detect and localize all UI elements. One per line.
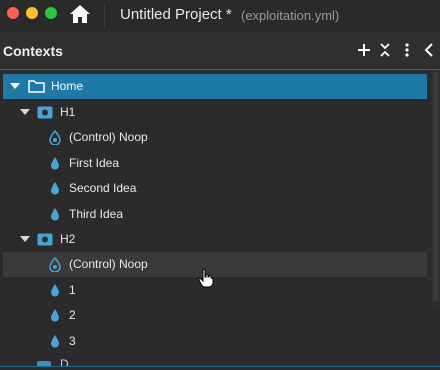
contexts-tree: Home H1 (Control) Noop First Idea Second… <box>0 70 431 366</box>
collapse-all-icon[interactable] <box>377 42 393 58</box>
project-title: Untitled Project * <box>120 6 232 23</box>
tree-item-h1-variant[interactable]: Third Idea <box>3 202 427 227</box>
tree-item-label-partial: D <box>60 357 69 366</box>
tree-item-label: 2 <box>69 308 76 322</box>
tree-item-label: (Control) Noop <box>69 130 148 144</box>
drop-icon <box>51 335 59 348</box>
tree-item-label: Home <box>51 79 84 93</box>
tree-item-label: 3 <box>69 334 76 348</box>
maximize-window-button[interactable] <box>45 7 57 19</box>
expand-arrow-icon[interactable] <box>20 236 30 242</box>
tree-item-label: Third Idea <box>69 207 124 221</box>
folder-icon <box>28 80 45 93</box>
project-file-name: (exploitation.yml) <box>241 8 340 23</box>
drop-icon <box>51 182 59 195</box>
tree-item-label: (Control) Noop <box>69 257 148 271</box>
tree-item-home[interactable]: Home <box>3 74 427 99</box>
tree-item-label: H1 <box>60 105 76 119</box>
close-window-button[interactable] <box>7 7 19 19</box>
tree-item-h1-variant[interactable]: Second Idea <box>3 176 427 201</box>
drop-icon <box>51 284 59 297</box>
tree-item-label: Second Idea <box>69 181 137 195</box>
expand-arrow-icon[interactable] <box>20 109 30 115</box>
titlebar-divider <box>104 3 105 29</box>
control-drop-icon <box>49 130 61 145</box>
tree-item-label: H2 <box>60 232 76 246</box>
tree-item-h2-variant[interactable]: 3 <box>3 329 427 354</box>
panel-title: Contexts <box>3 43 63 59</box>
plus-icon[interactable] <box>356 42 372 58</box>
tree-item-h2-variant[interactable]: 2 <box>3 303 427 328</box>
tree-item-h1[interactable]: H1 <box>3 100 427 125</box>
hand-cursor-icon <box>198 268 214 288</box>
hypothesis-icon <box>37 233 53 246</box>
drop-icon <box>51 157 59 170</box>
panel-bottom-border <box>0 366 440 367</box>
tree-item-h2-variant[interactable]: 1 <box>3 278 427 303</box>
chevron-left-icon[interactable] <box>421 42 437 58</box>
more-vertical-icon[interactable] <box>399 42 415 58</box>
tree-item-h2[interactable]: H2 <box>3 227 427 252</box>
control-drop-icon <box>49 257 61 272</box>
minimize-window-button[interactable] <box>26 7 38 19</box>
scrollbar-thumb[interactable] <box>433 72 438 302</box>
window-titlebar: Untitled Project * (exploitation.yml) <box>0 0 440 31</box>
tree-item-h1-variant[interactable]: First Idea <box>3 151 427 176</box>
drop-icon <box>51 208 59 221</box>
hypothesis-icon <box>37 106 53 119</box>
expand-arrow-icon[interactable] <box>10 83 20 89</box>
tree-item-label: 1 <box>69 283 76 297</box>
tree-item-label: First Idea <box>69 156 120 170</box>
tree-item-h2-control[interactable]: (Control) Noop <box>3 252 427 277</box>
tree-item-h1-control[interactable]: (Control) Noop <box>3 125 427 150</box>
home-icon[interactable] <box>69 4 91 24</box>
contexts-panel-header: Contexts <box>0 32 440 70</box>
drop-icon <box>51 309 59 322</box>
